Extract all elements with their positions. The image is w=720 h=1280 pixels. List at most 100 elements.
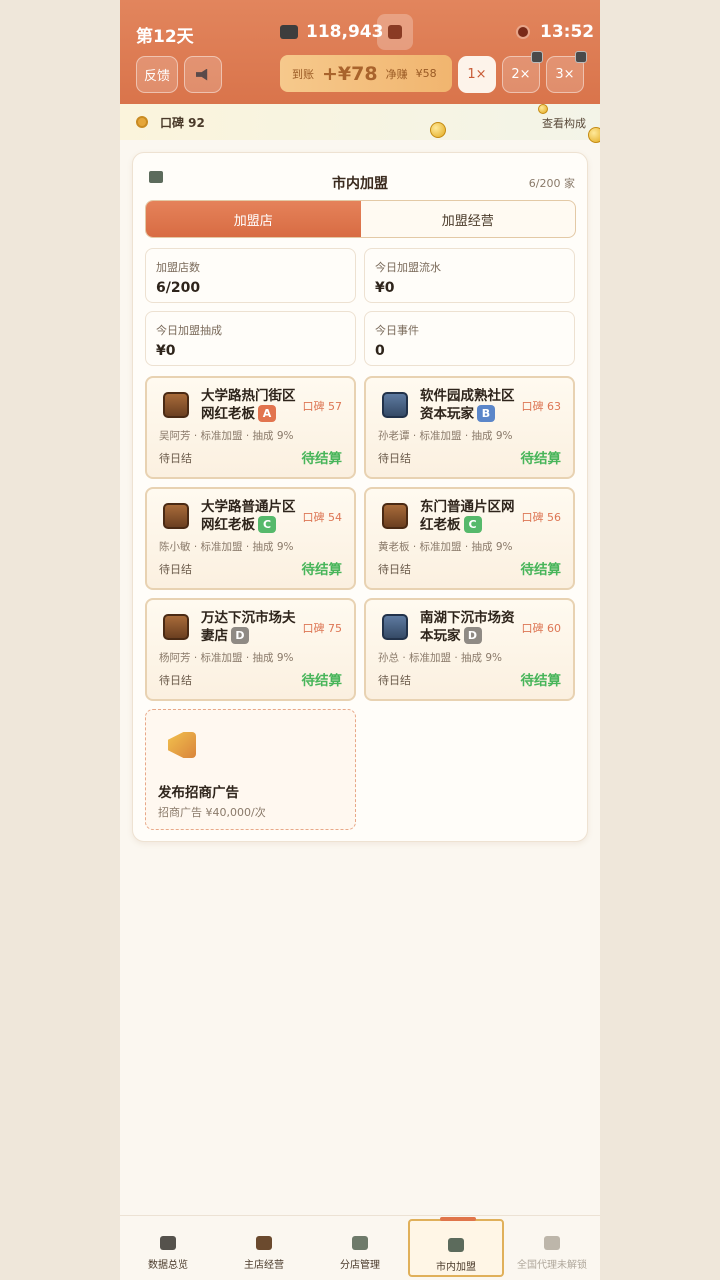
nav-label: 全国代理未解锁 [517,1260,587,1271]
store-reputation: 口碑 54 [302,511,343,524]
coin-icon [538,104,548,114]
franchise-store-card[interactable]: 大学路普通片区网红老板 C 口碑 54 陈小敏 · 标准加盟 · 抽成 9% 待日… [145,487,356,590]
speed-2x-label: 2× [511,67,531,82]
stat-value: 6/200 [156,280,201,296]
cash-register-icon [280,25,298,39]
game-clock: 13:52 [516,22,594,42]
nav-label: 市内加盟 [436,1262,476,1273]
grade-badge: C [463,516,482,533]
store-icon [163,392,189,418]
store-reputation: 口碑 56 [521,511,562,524]
store-reputation: 口碑 57 [302,400,343,413]
franchise-store-card[interactable]: 大学路热门街区网红老板 A 口碑 57 吴阿芳 · 标准加盟 · 抽成 9% 待日… [145,376,356,479]
tab-franchise-stores[interactable]: 加盟店 [146,201,361,237]
franchise-count: 6/200 家 [528,177,575,190]
franchise-store-card[interactable]: 南湖下沉市场资本玩家 D 口碑 60 孙总 · 标准加盟 · 抽成 9% 待日结 … [364,598,575,701]
daily-settle-status: 待日结 [159,674,192,687]
panel-title: 市内加盟 [332,176,388,192]
stat-today-revenue: 今日加盟流水 ¥0 [364,248,575,303]
store-name-text: 大学路热门街区网红老板 [201,388,296,422]
pending-settlement: 待结算 [520,673,562,689]
received-value: +¥78 [322,62,378,85]
nav-branch-management[interactable]: 分店管理 [312,1216,408,1280]
store-name-text: 软件园成熟社区资本玩家 [420,388,515,422]
grade-badge: A [258,405,276,422]
nav-city-franchise[interactable]: 市内加盟 [408,1217,504,1277]
feedback-button[interactable]: 反馈 [136,56,178,93]
alarm-clock-icon [516,25,530,39]
speed-3x-button[interactable]: 3× [546,51,587,93]
received-label: 到账 [292,67,314,81]
stat-label: 加盟店数 [156,261,200,274]
coin-icon [588,127,600,143]
stat-label: 今日加盟抽成 [156,324,222,337]
grade-badge: B [477,405,495,422]
store-name: 大学路热门街区网红老板 A [201,388,301,423]
nav-data-overview[interactable]: 数据总览 [120,1216,216,1280]
speed-2x-button[interactable]: 2× [502,51,543,93]
stat-value: ¥0 [156,343,176,359]
coin-icon [430,122,446,138]
sound-toggle-button[interactable] [184,56,222,93]
lock-icon [575,51,587,63]
store-name: 大学路普通片区网红老板 C [201,499,301,534]
globe-icon [544,1236,560,1250]
store-reputation: 口碑 63 [521,400,562,413]
money-value: 118,943 [306,22,384,42]
franchise-store-card[interactable]: 万达下沉市场夫妻店 D 口碑 75 杨阿芳 · 标准加盟 · 抽成 9% 待日结 … [145,598,356,701]
money-display: 118,943 [280,22,383,42]
store-meta: 黄老板 · 标准加盟 · 抽成 9% [378,541,513,553]
pending-settlement: 待结算 [301,562,343,578]
store-icon [163,614,189,640]
store-icon [163,503,189,529]
view-composition-link[interactable]: 查看构成 [542,115,586,131]
store-meta: 孙老谭 · 标准加盟 · 抽成 9% [378,430,513,442]
store-icon [382,503,408,529]
daily-settle-status: 待日结 [159,563,192,576]
franchise-icon [448,1238,464,1252]
daily-settle-status: 待日结 [378,452,411,465]
store-reputation: 口碑 75 [302,622,343,635]
branch-icon [352,1236,368,1250]
nav-main-store[interactable]: 主店经营 [216,1216,312,1280]
settlement-toast: 到账 +¥78 净赚 ¥58 [280,55,452,92]
franchise-store-card[interactable]: 东门普通片区网红老板 C 口碑 56 黄老板 · 标准加盟 · 抽成 9% 待日结… [364,487,575,590]
net-value: ¥58 [415,67,437,80]
grade-badge: C [258,516,276,533]
store-name: 南湖下沉市场资本玩家 D [420,610,520,645]
store-meta: 吴阿芳 · 标准加盟 · 抽成 9% [159,430,294,442]
pending-settlement: 待结算 [520,562,562,578]
store-name: 万达下沉市场夫妻店 D [201,610,301,645]
speed-1x-button[interactable]: 1× [458,56,496,93]
tab-franchise-operations[interactable]: 加盟经营 [361,201,576,237]
stat-store-count: 加盟店数 6/200 [145,248,356,303]
stat-label: 今日加盟流水 [375,261,441,274]
lock-icon [531,51,543,63]
pending-settlement: 待结算 [301,451,343,467]
daily-settle-status: 待日结 [378,674,411,687]
time-value: 13:52 [540,22,595,42]
reputation-bar: 口碑 92 查看构成 [120,104,600,140]
inventory-button[interactable] [377,14,413,50]
daily-settle-status: 待日结 [378,563,411,576]
daily-settle-status: 待日结 [159,452,192,465]
speed-3x-label: 3× [555,67,575,82]
grade-badge: D [463,627,482,644]
nav-label: 数据总览 [148,1260,188,1271]
stat-value: 0 [375,343,385,359]
top-header: 第12天 118,943 13:52 反馈 到账 +¥78 净赚 ¥58 1× … [120,0,600,104]
publish-recruit-ad-button[interactable]: 发布招商广告 招商广告 ¥40,000/次 [145,709,356,830]
pending-settlement: 待结算 [301,673,343,689]
dashboard-icon [160,1236,176,1250]
franchise-store-card[interactable]: 软件园成熟社区资本玩家 B 口碑 63 孙老谭 · 标准加盟 · 抽成 9% 待日… [364,376,575,479]
pending-settlement: 待结算 [520,451,562,467]
ad-cost: 招商广告 ¥40,000/次 [158,806,266,819]
stat-value: ¥0 [375,280,395,296]
grade-badge: D [231,627,249,644]
store-meta: 杨阿芳 · 标准加盟 · 抽成 9% [159,652,294,664]
store-meta: 孙总 · 标准加盟 · 抽成 9% [378,652,503,664]
nav-label: 分店管理 [340,1260,380,1271]
store-reputation: 口碑 60 [521,622,562,635]
nav-national-agency-locked[interactable]: 全国代理未解锁 [504,1216,600,1280]
ad-title: 发布招商广告 [158,785,239,801]
